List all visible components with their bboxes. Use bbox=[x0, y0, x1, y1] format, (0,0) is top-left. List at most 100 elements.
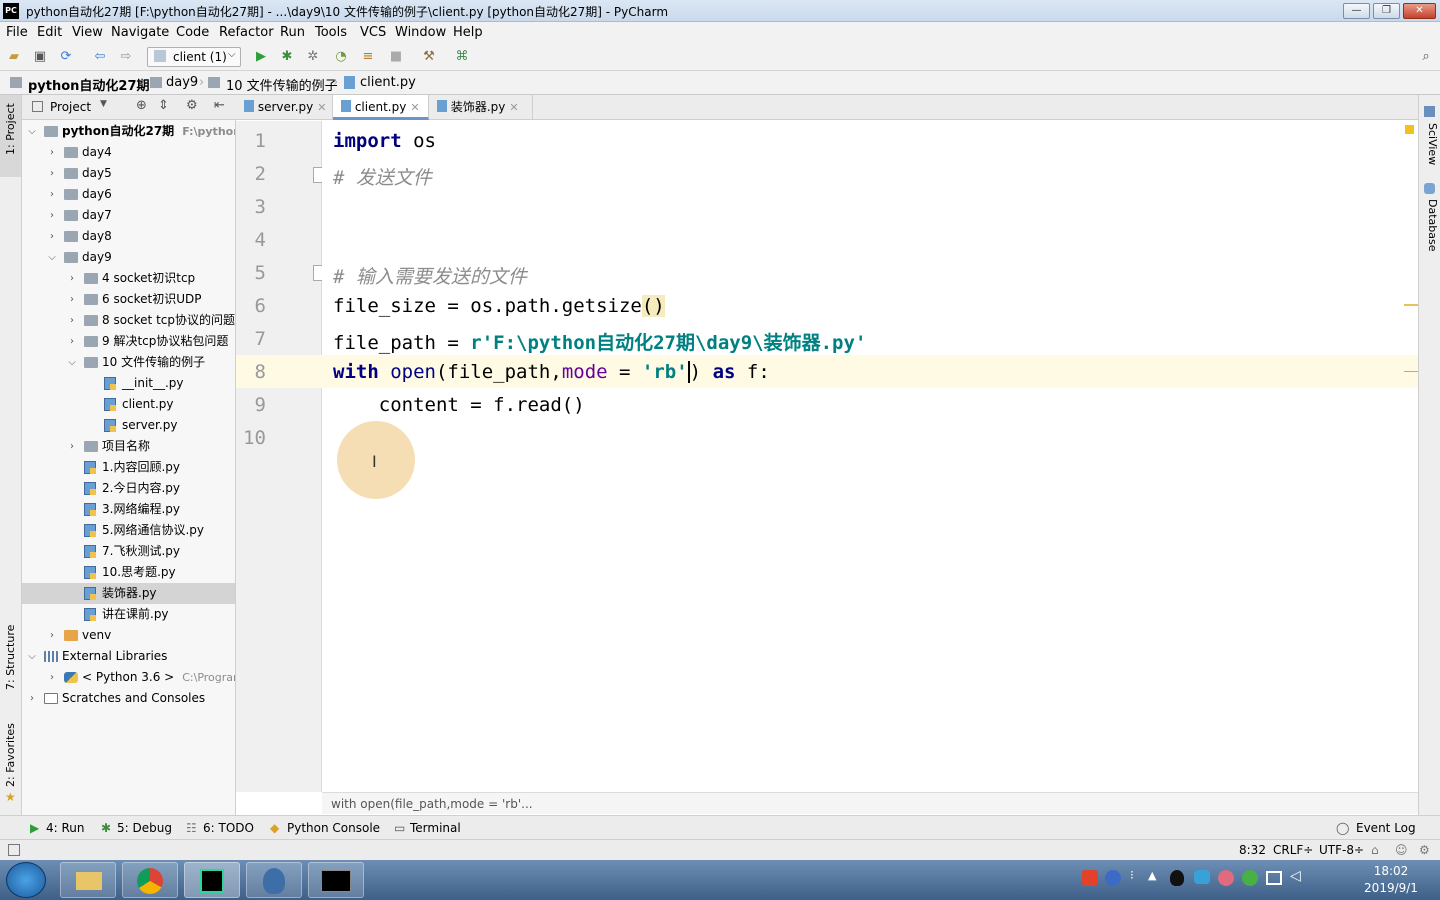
chevron-right-icon[interactable]: › bbox=[66, 268, 78, 289]
project-tool-button[interactable]: 1: Project bbox=[4, 103, 17, 155]
chevron-right-icon[interactable]: › bbox=[66, 331, 78, 352]
settings-wrench-icon[interactable]: ⚒ bbox=[421, 49, 437, 65]
menu-help[interactable]: Help bbox=[453, 25, 483, 40]
inspector-icon[interactable]: ☺ bbox=[1395, 843, 1408, 857]
locate-icon[interactable]: ⊕ bbox=[136, 98, 147, 113]
tree-item[interactable]: › 8 socket tcp协议的问题 bbox=[22, 310, 235, 331]
menu-run[interactable]: Run bbox=[280, 25, 305, 40]
sogou-input-icon[interactable] bbox=[1082, 870, 1098, 886]
tree-item[interactable]: 讲在课前.py bbox=[22, 604, 235, 625]
close-tab-icon[interactable]: ✕ bbox=[410, 101, 419, 114]
tray-expand-icon[interactable]: ▲ bbox=[1148, 869, 1156, 882]
tree-item[interactable]: › 4 socket初识tcp bbox=[22, 268, 235, 289]
project-structure-icon[interactable]: ⌘ bbox=[454, 49, 470, 65]
chevron-right-icon[interactable]: › bbox=[46, 625, 58, 646]
close-tab-icon[interactable]: ✕ bbox=[317, 101, 326, 114]
tree-item[interactable]: › day5 bbox=[22, 163, 235, 184]
save-icon[interactable]: ▣ bbox=[32, 49, 48, 65]
debug-icon[interactable]: ✱ bbox=[279, 49, 295, 65]
event-log-tool-tab[interactable]: Event Log bbox=[1356, 821, 1416, 835]
chevron-right-icon[interactable]: › bbox=[66, 436, 78, 457]
structure-tool-button[interactable]: 7: Structure bbox=[4, 625, 17, 690]
menu-vcs[interactable]: VCS bbox=[360, 25, 386, 40]
tree-item[interactable]: client.py bbox=[22, 394, 235, 415]
line-separator[interactable]: CRLF÷ bbox=[1273, 843, 1313, 857]
tree-item[interactable]: › 9 解决tcp协议粘包问题 bbox=[22, 331, 235, 352]
tree-item[interactable]: › day6 bbox=[22, 184, 235, 205]
start-button[interactable] bbox=[6, 862, 46, 898]
chevron-down-icon[interactable]: ▼ bbox=[100, 99, 107, 109]
tree-item[interactable]: › < Python 3.6 > C:\Progran bbox=[22, 667, 235, 688]
tree-item[interactable]: 1.内容回顾.py bbox=[22, 457, 235, 478]
tree-item[interactable]: __init__.py bbox=[22, 373, 235, 394]
chevron-right-icon[interactable]: › bbox=[46, 205, 58, 226]
breadcrumb-day9[interactable]: day9 bbox=[166, 75, 198, 90]
tree-item[interactable]: 10.思考题.py bbox=[22, 562, 235, 583]
tree-item[interactable]: server.py bbox=[22, 415, 235, 436]
concurrency-icon[interactable]: ≡ bbox=[360, 49, 376, 65]
tree-item[interactable]: ⌵ External Libraries bbox=[22, 646, 235, 667]
menu-window[interactable]: Window bbox=[395, 25, 446, 40]
tree-item[interactable]: › 6 socket初识UDP bbox=[22, 289, 235, 310]
menu-navigate[interactable]: Navigate bbox=[111, 25, 169, 40]
tray-settings-icon[interactable]: ⁝ bbox=[1130, 868, 1134, 882]
menu-edit[interactable]: Edit bbox=[37, 25, 62, 40]
toggle-tool-windows-icon[interactable] bbox=[8, 844, 20, 856]
menu-view[interactable]: View bbox=[72, 25, 103, 40]
python-console-tool-tab[interactable]: Python Console bbox=[287, 821, 380, 835]
network-icon[interactable] bbox=[1266, 871, 1282, 885]
scroll-marker[interactable] bbox=[1404, 371, 1418, 372]
code-editor[interactable]: import os # 发送文件 # 输入需要发送的文件 file_size =… bbox=[322, 121, 1418, 792]
menu-refactor[interactable]: Refactor bbox=[219, 25, 274, 40]
tab-decorator[interactable]: 装饰器.py ✕ bbox=[429, 95, 533, 120]
tree-item[interactable]: › Scratches and Consoles bbox=[22, 688, 235, 709]
chevron-down-icon[interactable]: ⌵ bbox=[46, 247, 58, 268]
tree-item[interactable]: › 项目名称 bbox=[22, 436, 235, 457]
debug-tool-tab[interactable]: 5: Debug bbox=[117, 821, 172, 835]
inspection-status-icon[interactable] bbox=[1405, 125, 1414, 134]
tray-app-icon[interactable] bbox=[1242, 870, 1258, 886]
caret-position[interactable]: 8:32 bbox=[1239, 843, 1266, 857]
close-button[interactable]: ✕ bbox=[1403, 3, 1436, 19]
sync-icon[interactable]: ⟳ bbox=[58, 49, 74, 65]
tree-item[interactable]: › day4 bbox=[22, 142, 235, 163]
open-folder-icon[interactable]: ▰ bbox=[6, 49, 22, 65]
explorer-taskbar-button[interactable] bbox=[60, 862, 116, 898]
profile-icon[interactable]: ◔ bbox=[333, 49, 349, 65]
volume-icon[interactable]: ◁ bbox=[1290, 868, 1301, 884]
favorites-tool-button[interactable]: 2: Favorites bbox=[4, 723, 17, 787]
gear-icon[interactable]: ⚙ bbox=[1419, 843, 1430, 857]
qq-tray-icon[interactable] bbox=[1170, 870, 1184, 886]
pycharm-taskbar-button[interactable] bbox=[184, 862, 240, 898]
hide-panel-icon[interactable]: ⇤ bbox=[214, 98, 225, 113]
tree-item[interactable]: 装饰器.py bbox=[22, 583, 235, 604]
tab-client[interactable]: client.py ✕ bbox=[333, 95, 429, 120]
tree-item[interactable]: 7.飞秋测试.py bbox=[22, 541, 235, 562]
chevron-right-icon[interactable]: › bbox=[46, 226, 58, 247]
chevron-right-icon[interactable]: › bbox=[46, 163, 58, 184]
terminal-tool-tab[interactable]: Terminal bbox=[410, 821, 461, 835]
chevron-right-icon[interactable]: › bbox=[46, 142, 58, 163]
close-tab-icon[interactable]: ✕ bbox=[509, 101, 518, 114]
chevron-down-icon[interactable]: ⌵ bbox=[26, 121, 38, 142]
help-icon[interactable] bbox=[1105, 870, 1121, 886]
gear-icon[interactable]: ⚙ bbox=[186, 98, 198, 113]
tree-item[interactable]: ⌵ python自动化27期F:\python自 bbox=[22, 121, 235, 142]
tab-server[interactable]: server.py ✕ bbox=[236, 95, 333, 120]
menu-tools[interactable]: Tools bbox=[315, 25, 347, 40]
tray-app-icon[interactable] bbox=[1194, 870, 1210, 884]
stop-icon[interactable]: ■ bbox=[388, 49, 404, 65]
forward-icon[interactable]: ⇨ bbox=[118, 49, 134, 65]
todo-tool-tab[interactable]: 6: TODO bbox=[203, 821, 254, 835]
tree-item[interactable]: 3.网络编程.py bbox=[22, 499, 235, 520]
maximize-button[interactable]: ❐ bbox=[1373, 3, 1400, 19]
run-tool-tab[interactable]: 4: Run bbox=[46, 821, 85, 835]
breadcrumb-project[interactable]: python自动化27期 bbox=[28, 75, 150, 94]
search-icon[interactable]: ⌕ bbox=[1418, 49, 1434, 65]
project-view-select[interactable]: Project bbox=[50, 100, 91, 114]
database-tool-button[interactable]: Database bbox=[1426, 199, 1439, 252]
scroll-marker[interactable] bbox=[1404, 304, 1418, 306]
chevron-right-icon[interactable]: › bbox=[66, 289, 78, 310]
back-icon[interactable]: ⇦ bbox=[92, 49, 108, 65]
tree-item[interactable]: ⌵ 10 文件传输的例子 bbox=[22, 352, 235, 373]
